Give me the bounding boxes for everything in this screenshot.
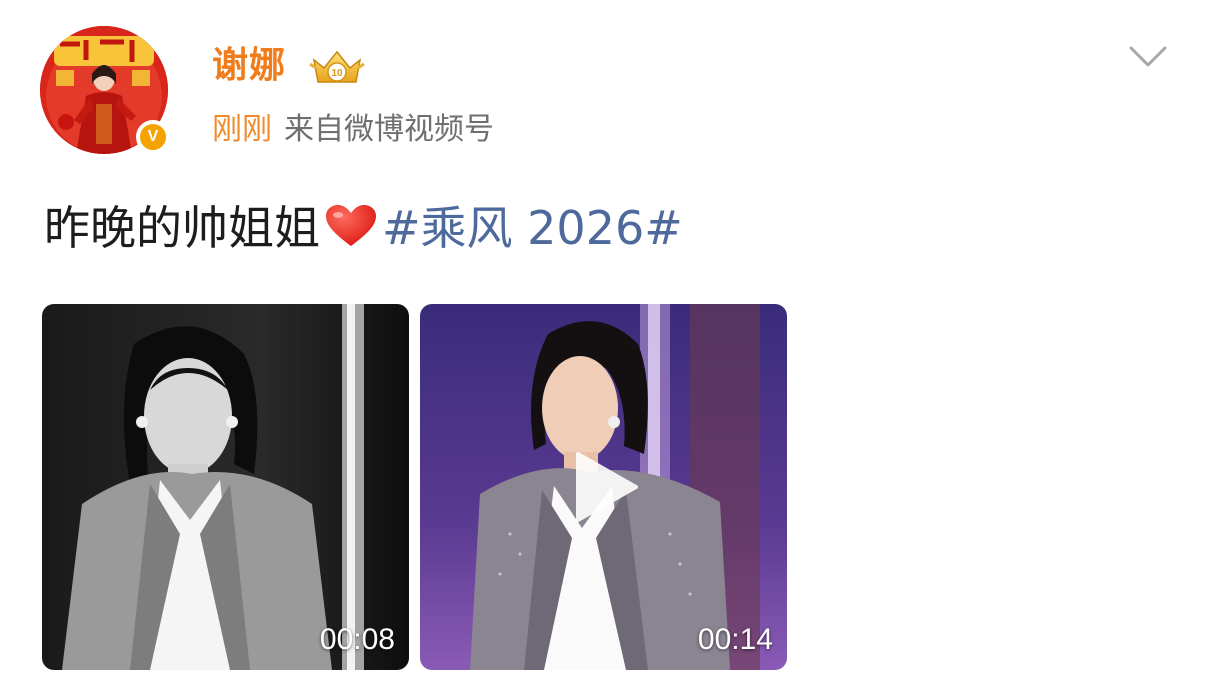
- author-name[interactable]: 谢娜: [212, 42, 286, 90]
- svg-text:10: 10: [331, 68, 343, 79]
- heart-emoji-icon: [326, 205, 376, 246]
- video-thumbnail-2[interactable]: 00:14: [420, 304, 787, 670]
- post-content: 昨晚的帅姐姐 #乘风 2026#: [44, 196, 683, 260]
- weibo-post-card: V 谢娜 10 刚刚 来自微博视频号 昨晚的帅姐姐 #乘风 2026# 00:0…: [0, 0, 1206, 689]
- post-meta: 刚刚 来自微博视频号: [212, 110, 494, 150]
- post-source[interactable]: 来自微博视频号: [284, 112, 494, 147]
- video-thumbnail-1[interactable]: 00:08: [42, 304, 409, 670]
- crown-level-badge-icon[interactable]: 10: [308, 46, 366, 88]
- post-text: 昨晚的帅姐姐: [44, 201, 320, 255]
- v-verified-icon: V: [136, 120, 170, 154]
- author-avatar-container[interactable]: V: [40, 26, 170, 154]
- topic-link[interactable]: #乘风 2026#: [382, 201, 683, 255]
- play-icon[interactable]: [570, 450, 640, 524]
- video-duration: 00:14: [697, 623, 773, 656]
- post-time[interactable]: 刚刚: [212, 112, 272, 147]
- chevron-down-icon[interactable]: [1128, 44, 1168, 70]
- video-duration: 00:08: [319, 623, 395, 656]
